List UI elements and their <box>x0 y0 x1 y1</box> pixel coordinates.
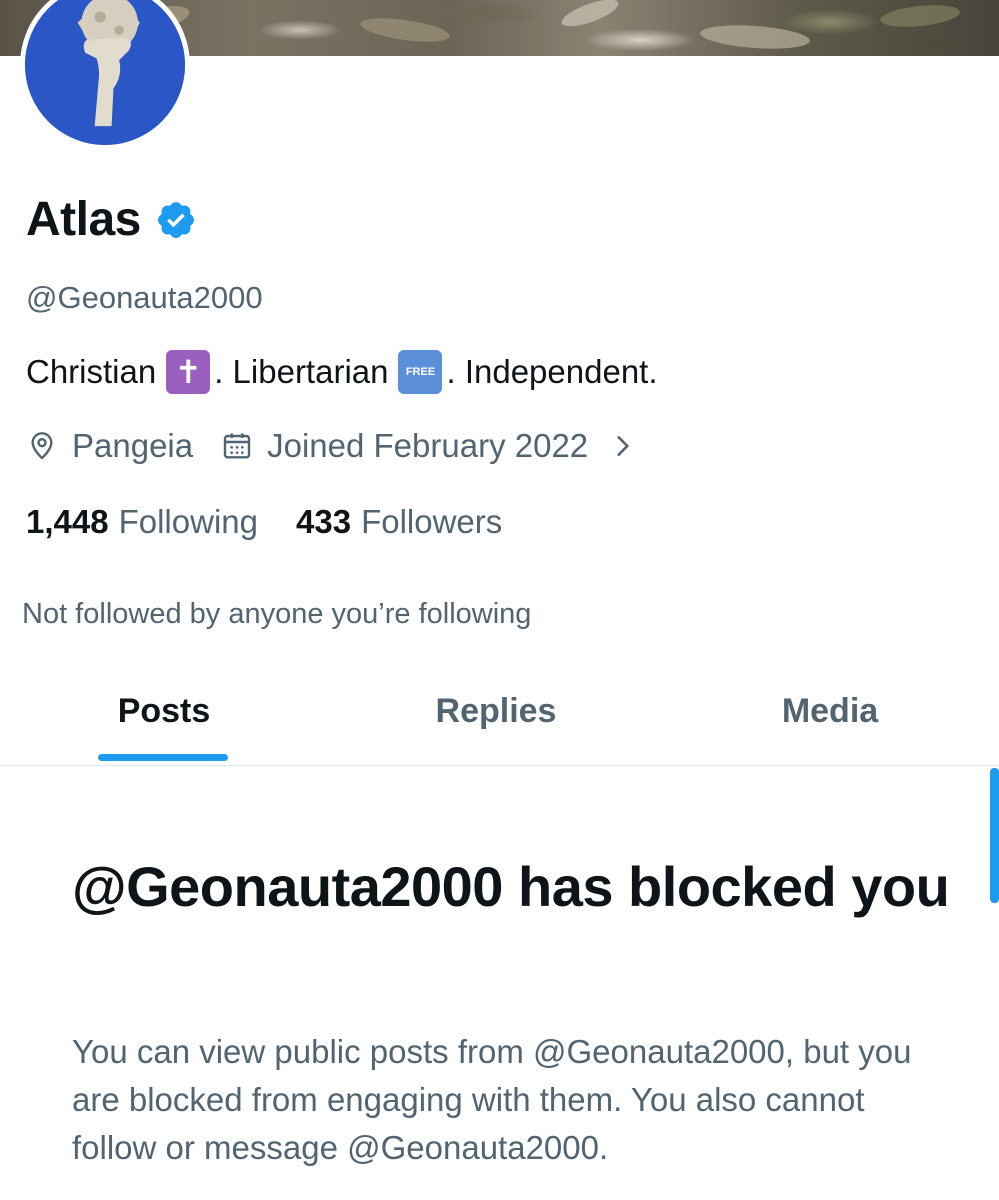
chevron-right-icon[interactable] <box>610 433 636 459</box>
profile-handle: @Geonauta2000 <box>26 280 263 315</box>
not-followed-by-text: Not followed by anyone you’re following <box>22 598 532 630</box>
scrollbar-thumb[interactable] <box>990 768 999 903</box>
tab-replies-label: Replies <box>435 692 557 730</box>
profile-bio: Christian ✝ . Libertarian FREE . Indepen… <box>26 350 658 394</box>
free-button-emoji-icon: FREE <box>398 350 443 394</box>
following-link[interactable]: 1,448 Following <box>26 500 258 544</box>
bio-text-christian: Christian <box>26 353 157 390</box>
profile-tabs: Posts Replies Media <box>0 664 999 766</box>
blocked-description: You can view public posts from @Geonauta… <box>72 1033 912 1166</box>
tab-media-label: Media <box>781 692 879 730</box>
tab-replies[interactable]: Replies <box>396 664 596 765</box>
following-count: 1,448 <box>26 503 109 540</box>
verified-badge-icon[interactable] <box>155 199 197 241</box>
followers-count: 433 <box>296 503 352 540</box>
followers-link[interactable]: 433 Followers <box>296 500 502 544</box>
calendar-icon <box>223 433 251 459</box>
followers-label: Followers <box>361 503 503 540</box>
tab-media[interactable]: Media <box>730 664 930 765</box>
profile-avatar[interactable] <box>20 0 190 150</box>
profile-meta-row: Pangeia Joined February 2022 <box>26 424 636 468</box>
active-tab-indicator <box>98 754 228 761</box>
profile-page: Atlas @Geonauta2000 Christian ✝ . Libert… <box>0 0 999 1200</box>
location-pin-icon <box>31 432 53 460</box>
tab-posts-label: Posts <box>117 692 211 730</box>
tab-posts[interactable]: Posts <box>64 664 264 765</box>
profile-location: Pangeia <box>72 427 194 464</box>
latin-cross-emoji-icon: ✝ <box>166 350 211 394</box>
display-name: Atlas <box>26 193 141 246</box>
bio-text-independent: . Independent. <box>446 353 658 390</box>
profile-joined-date: Joined February 2022 <box>267 427 589 464</box>
bio-text-libertarian: . Libertarian <box>214 353 389 390</box>
profile-name-row: Atlas <box>26 190 197 250</box>
profile-stats-row: 1,448 Following 433 Followers <box>26 500 502 544</box>
atlas-statue-avatar-image <box>25 0 185 145</box>
following-label: Following <box>118 503 258 540</box>
blocked-heading: @Geonauta2000 has blocked you <box>72 855 950 918</box>
